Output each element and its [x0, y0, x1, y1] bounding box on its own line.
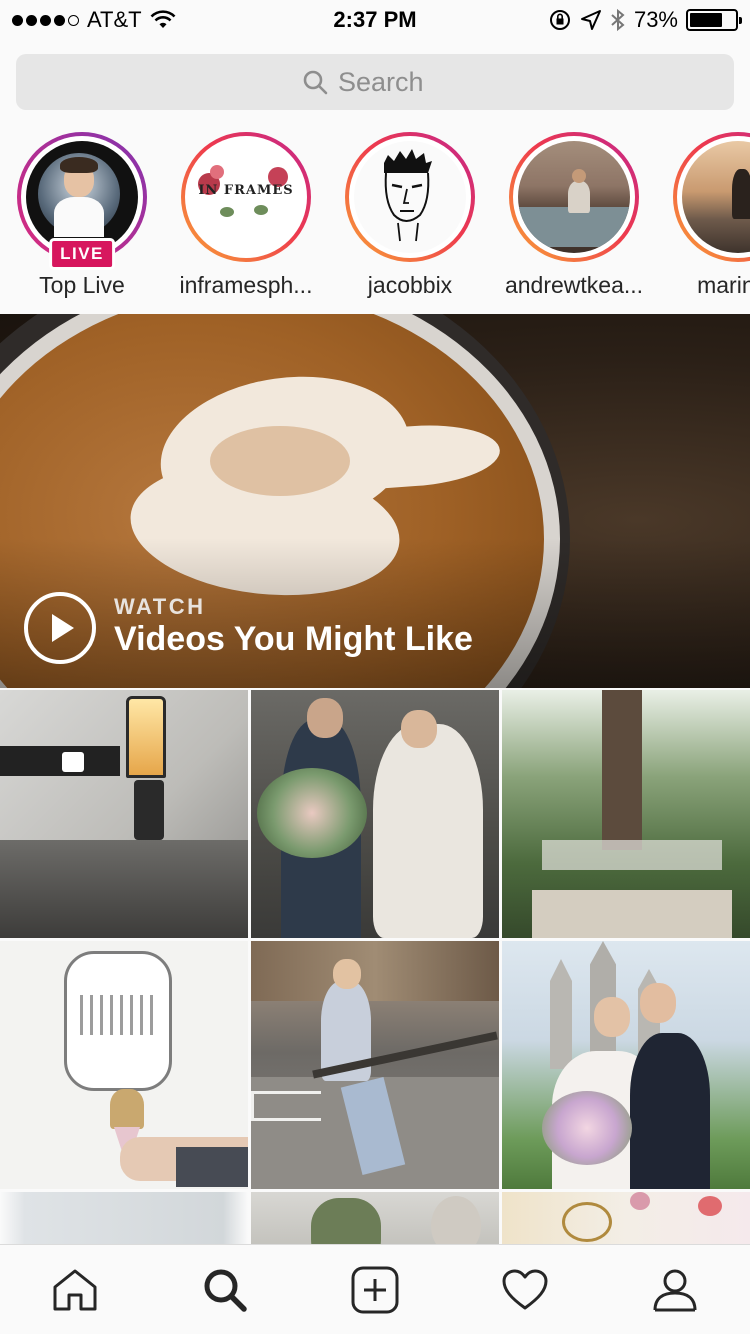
location-icon [580, 10, 601, 30]
grid-tile[interactable] [502, 690, 750, 938]
bluetooth-icon [611, 8, 625, 32]
stories-tray[interactable]: LIVE Top Live IN FRAMES inframesph... ja… [0, 128, 750, 314]
wifi-icon [150, 10, 176, 28]
signal-strength-icon [12, 14, 79, 26]
story-label: andrewtkea... [504, 272, 644, 298]
tab-activity[interactable] [485, 1250, 565, 1330]
avatar [26, 141, 138, 253]
videos-you-might-like-banner[interactable]: WATCH Videos You Might Like [0, 314, 750, 688]
avatar [354, 141, 466, 253]
search-input[interactable] [338, 66, 448, 98]
grid-tile[interactable] [251, 690, 499, 938]
story-jacobbix[interactable]: jacobbix [335, 132, 485, 299]
tab-home[interactable] [35, 1250, 115, 1330]
grid-tile[interactable] [502, 941, 750, 1189]
story-label: inframesph... [179, 272, 313, 298]
story-label: marinas [697, 272, 750, 298]
search-icon [303, 70, 328, 95]
play-icon[interactable] [24, 592, 96, 664]
inframes-logo-text: IN FRAMES [198, 183, 294, 198]
carrier-label: AT&T [87, 7, 142, 32]
story-label: Top Live [39, 272, 125, 298]
avatar [518, 141, 630, 253]
orientation-lock-icon [549, 10, 570, 30]
status-bar: AT&T 2:37 PM 73% [0, 0, 750, 40]
profile-icon [653, 1269, 697, 1311]
avatar: IN FRAMES [190, 141, 302, 253]
live-badge: LIVE [49, 238, 115, 270]
battery-icon [686, 9, 742, 31]
tab-search[interactable] [185, 1250, 265, 1330]
video-title: Videos You Might Like [114, 620, 473, 658]
explore-grid [0, 690, 750, 1262]
heart-icon [502, 1269, 548, 1309]
new-post-icon [351, 1266, 399, 1313]
home-icon [53, 1269, 97, 1310]
search-icon [204, 1269, 247, 1312]
story-label: jacobbix [367, 272, 453, 298]
avatar [682, 141, 750, 253]
battery-percent: 73% [633, 7, 678, 32]
story-top-live[interactable]: LIVE Top Live [7, 132, 157, 299]
grid-tile[interactable] [0, 690, 248, 938]
story-andrewtkea[interactable]: andrewtkea... [499, 132, 649, 299]
grid-tile[interactable] [251, 941, 499, 1189]
story-inframes[interactable]: IN FRAMES inframesph... [171, 132, 321, 299]
grid-tile[interactable] [0, 941, 248, 1189]
search-bar[interactable] [16, 54, 734, 110]
watch-label: WATCH [114, 594, 206, 619]
tab-profile[interactable] [635, 1250, 715, 1330]
sketch-face-icon [384, 149, 432, 242]
tab-bar [0, 1244, 750, 1334]
tab-new-post[interactable] [335, 1250, 415, 1330]
story-marinas[interactable]: marinas [663, 132, 750, 299]
